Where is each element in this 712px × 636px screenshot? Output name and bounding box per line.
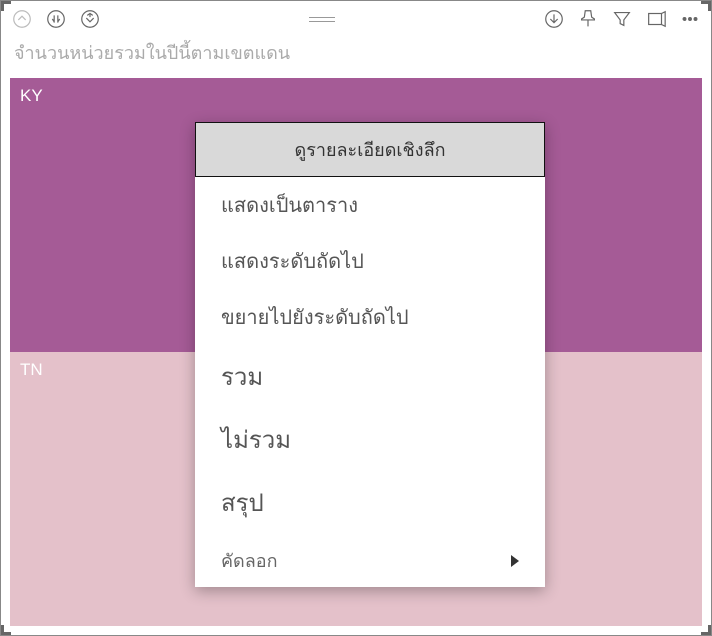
menu-item-summarize[interactable]: สรุป [195,471,545,534]
menu-item-label: แสดงเป็นตาราง [221,189,358,221]
menu-item-label: แสดงระดับถัดไป [221,245,364,277]
resize-handle-bl[interactable] [1,625,11,635]
menu-item-include[interactable]: รวม [195,345,545,408]
menu-item-show-as-table[interactable]: แสดงเป็นตาราง [195,177,545,233]
menu-item-exclude[interactable]: ไม่รวม [195,408,545,471]
menu-item-label: สรุป [221,483,264,522]
resize-handle-tl[interactable] [1,1,11,11]
menu-item-expand-next-level[interactable]: ขยายไปยังระดับถัดไป [195,289,545,345]
menu-item-show-next-level[interactable]: แสดงระดับถัดไป [195,233,545,289]
tile-label: KY [20,86,43,105]
menu-item-label: รวม [221,357,263,396]
menu-item-label: ไม่รวม [221,420,291,459]
resize-handle-tr[interactable] [701,1,711,11]
context-menu-header: ดูรายละเอียดเชิงลึก [195,122,545,177]
context-menu: ดูรายละเอียดเชิงลึก แสดงเป็นตาราง แสดงระ… [195,122,545,587]
chevron-right-icon [511,555,519,567]
menu-item-copy[interactable]: คัดลอก [195,534,545,587]
menu-item-label: ขยายไปยังระดับถัดไป [221,301,409,333]
tile-label: TN [20,360,43,379]
resize-handle-br[interactable] [701,625,711,635]
menu-item-label: คัดลอก [221,546,277,575]
